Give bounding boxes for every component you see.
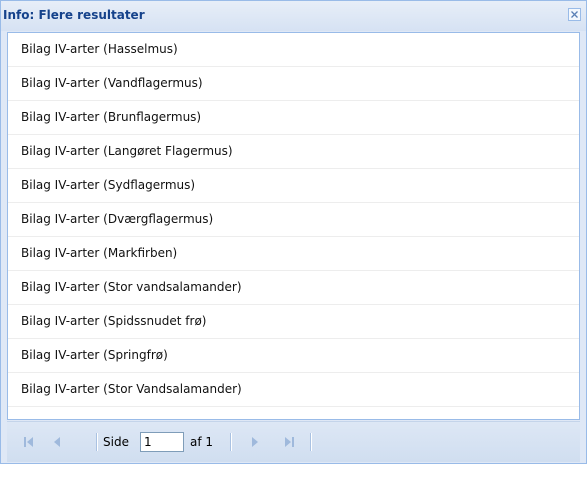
page-count-label: af 1 <box>190 435 214 449</box>
list-item[interactable]: Bilag IV-arter (Markfirben) <box>8 237 579 271</box>
list-item[interactable]: Bilag IV-arter (Hasselmus) <box>8 33 579 67</box>
list-item[interactable]: Bilag IV-arter (Langøret Flagermus) <box>8 135 579 169</box>
list-item[interactable]: Bilag IV-arter (Brunflagermus) <box>8 101 579 135</box>
next-page-icon <box>252 437 258 447</box>
toolbar-separator <box>96 433 98 451</box>
prev-page-button[interactable] <box>49 434 65 450</box>
list-item[interactable]: Bilag IV-arter (Stor Vandsalamander) <box>8 373 579 407</box>
next-page-button[interactable] <box>247 434 263 450</box>
page-number-input[interactable] <box>140 432 184 452</box>
list-item[interactable]: Bilag IV-arter (Stor vandsalamander) <box>8 271 579 305</box>
toolbar-separator <box>230 433 232 451</box>
last-page-icon <box>285 437 294 447</box>
close-icon <box>571 11 578 18</box>
results-window: Info: Flere resultater Bilag IV-arter (H… <box>0 0 587 464</box>
list-item[interactable]: Bilag IV-arter (Springfrø) <box>8 339 579 373</box>
page-label: Side <box>103 435 129 449</box>
background-strip <box>0 464 587 494</box>
window-titlebar[interactable]: Info: Flere resultater <box>1 1 586 31</box>
prev-page-icon <box>54 437 60 447</box>
list-item[interactable]: Bilag IV-arter (Dværgflagermus) <box>8 203 579 237</box>
list-item[interactable]: Bilag IV-arter (Sydflagermus) <box>8 169 579 203</box>
window-title: Info: Flere resultater <box>3 8 145 22</box>
toolbar-separator <box>310 433 312 451</box>
list-item[interactable]: Bilag IV-arter (Vandflagermus) <box>8 67 579 101</box>
close-button[interactable] <box>568 8 581 21</box>
results-list: Bilag IV-arter (Hasselmus) Bilag IV-arte… <box>7 32 580 420</box>
list-item[interactable]: Bilag IV-arter (Spidssnudet frø) <box>8 305 579 339</box>
paging-toolbar: Side af 1 <box>7 421 580 462</box>
last-page-button[interactable] <box>281 434 297 450</box>
first-page-icon <box>24 437 33 447</box>
first-page-button[interactable] <box>21 434 37 450</box>
